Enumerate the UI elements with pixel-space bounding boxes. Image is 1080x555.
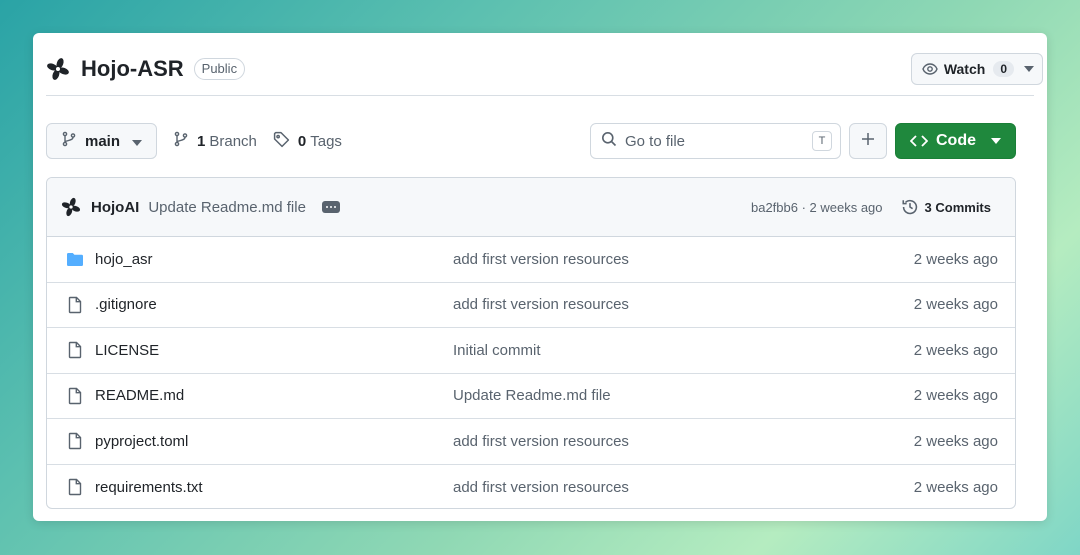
- file-row[interactable]: README.md Update Readme.md file 2 weeks …: [47, 374, 1015, 419]
- add-file-button[interactable]: [849, 123, 887, 159]
- file-name[interactable]: LICENSE: [95, 342, 453, 359]
- visibility-badge: Public: [193, 58, 246, 80]
- branch-icon: [61, 131, 77, 151]
- repo-card: Hojo-ASR Public Watch 0 main 1 Branch 0 …: [33, 33, 1047, 521]
- branch-selector-button[interactable]: main: [46, 123, 158, 159]
- file-commit-message[interactable]: add first version resources: [453, 433, 914, 450]
- search-icon: [601, 131, 617, 151]
- watch-label: Watch: [943, 61, 986, 77]
- file-commit-message[interactable]: add first version resources: [453, 479, 914, 496]
- file-commit-message[interactable]: Update Readme.md file: [453, 387, 914, 404]
- plus-icon: [861, 132, 875, 151]
- commits-label: 3 Commits: [924, 199, 991, 215]
- latest-commit-bar: HojoAI Update Readme.md file ba2fbb6 · 2…: [47, 178, 1015, 237]
- repo-logo-icon: [45, 56, 71, 82]
- file-icon: [65, 296, 85, 314]
- branches-label: Branch: [209, 132, 257, 150]
- tag-icon: [273, 131, 290, 152]
- file-icon: [65, 432, 85, 450]
- commit-sha-time[interactable]: ba2fbb6 · 2 weeks ago: [751, 200, 883, 215]
- file-row[interactable]: hojo_asr add first version resources 2 w…: [47, 237, 1015, 283]
- file-commit-date: 2 weeks ago: [913, 341, 998, 359]
- file-row[interactable]: LICENSE Initial commit 2 weeks ago: [47, 328, 1015, 374]
- repo-header: Hojo-ASR Public Watch 0: [45, 43, 1043, 95]
- eye-icon: [922, 61, 938, 77]
- file-commit-message[interactable]: add first version resources: [453, 251, 914, 268]
- branches-count: 1: [197, 132, 206, 150]
- tags-label: Tags: [310, 132, 342, 150]
- file-name[interactable]: pyproject.toml: [95, 433, 453, 450]
- file-commit-message[interactable]: add first version resources: [453, 296, 914, 313]
- file-row[interactable]: requirements.txt add first version resou…: [47, 465, 1015, 509]
- watch-count: 0: [993, 61, 1014, 77]
- repo-toolbar: main 1 Branch 0 Tags Go to file T Code: [46, 123, 1016, 159]
- file-name[interactable]: requirements.txt: [95, 479, 453, 496]
- code-button[interactable]: Code: [895, 123, 1016, 159]
- file-row[interactable]: .gitignore add first version resources 2…: [47, 283, 1015, 328]
- file-icon: [65, 387, 85, 405]
- file-commit-date: 2 weeks ago: [913, 478, 998, 496]
- go-to-file-input[interactable]: Go to file T: [590, 123, 841, 159]
- file-row[interactable]: pyproject.toml add first version resourc…: [47, 419, 1015, 465]
- code-icon: [910, 134, 928, 148]
- watch-button[interactable]: Watch 0: [910, 53, 1043, 85]
- file-name[interactable]: hojo_asr: [95, 251, 453, 268]
- search-placeholder: Go to file: [625, 132, 686, 150]
- file-icon: [65, 478, 85, 496]
- file-name[interactable]: README.md: [95, 387, 453, 404]
- chevron-down-icon: [991, 138, 1001, 144]
- file-icon: [65, 341, 85, 359]
- file-commit-date: 2 weeks ago: [913, 250, 998, 268]
- ellipsis-icon[interactable]: [321, 201, 340, 213]
- folder-icon: [65, 251, 85, 267]
- file-commit-date: 2 weeks ago: [913, 296, 998, 314]
- chevron-down-icon: [132, 133, 143, 150]
- commits-link[interactable]: 3 Commits: [901, 198, 991, 216]
- code-label: Code: [936, 132, 976, 149]
- tags-link[interactable]: 0 Tags: [273, 131, 342, 152]
- file-commit-date: 2 weeks ago: [913, 432, 998, 450]
- chevron-down-icon: [1024, 66, 1034, 72]
- tags-count: 0: [297, 132, 307, 150]
- file-commit-date: 2 weeks ago: [913, 387, 998, 405]
- file-commit-message[interactable]: Initial commit: [453, 342, 914, 359]
- header-divider: [46, 95, 1034, 96]
- file-name[interactable]: .gitignore: [95, 296, 453, 313]
- branch-name: main: [85, 132, 121, 150]
- keyboard-shortcut-hint: T: [812, 131, 832, 151]
- commit-message[interactable]: Update Readme.md file: [148, 199, 306, 216]
- branches-link[interactable]: 1 Branch: [173, 131, 257, 151]
- branch-icon: [173, 131, 189, 151]
- commit-author[interactable]: HojoAI: [91, 199, 139, 216]
- file-table: HojoAI Update Readme.md file ba2fbb6 · 2…: [46, 177, 1016, 509]
- history-icon: [901, 198, 919, 216]
- author-avatar[interactable]: [61, 197, 81, 217]
- repo-title[interactable]: Hojo-ASR: [81, 56, 184, 82]
